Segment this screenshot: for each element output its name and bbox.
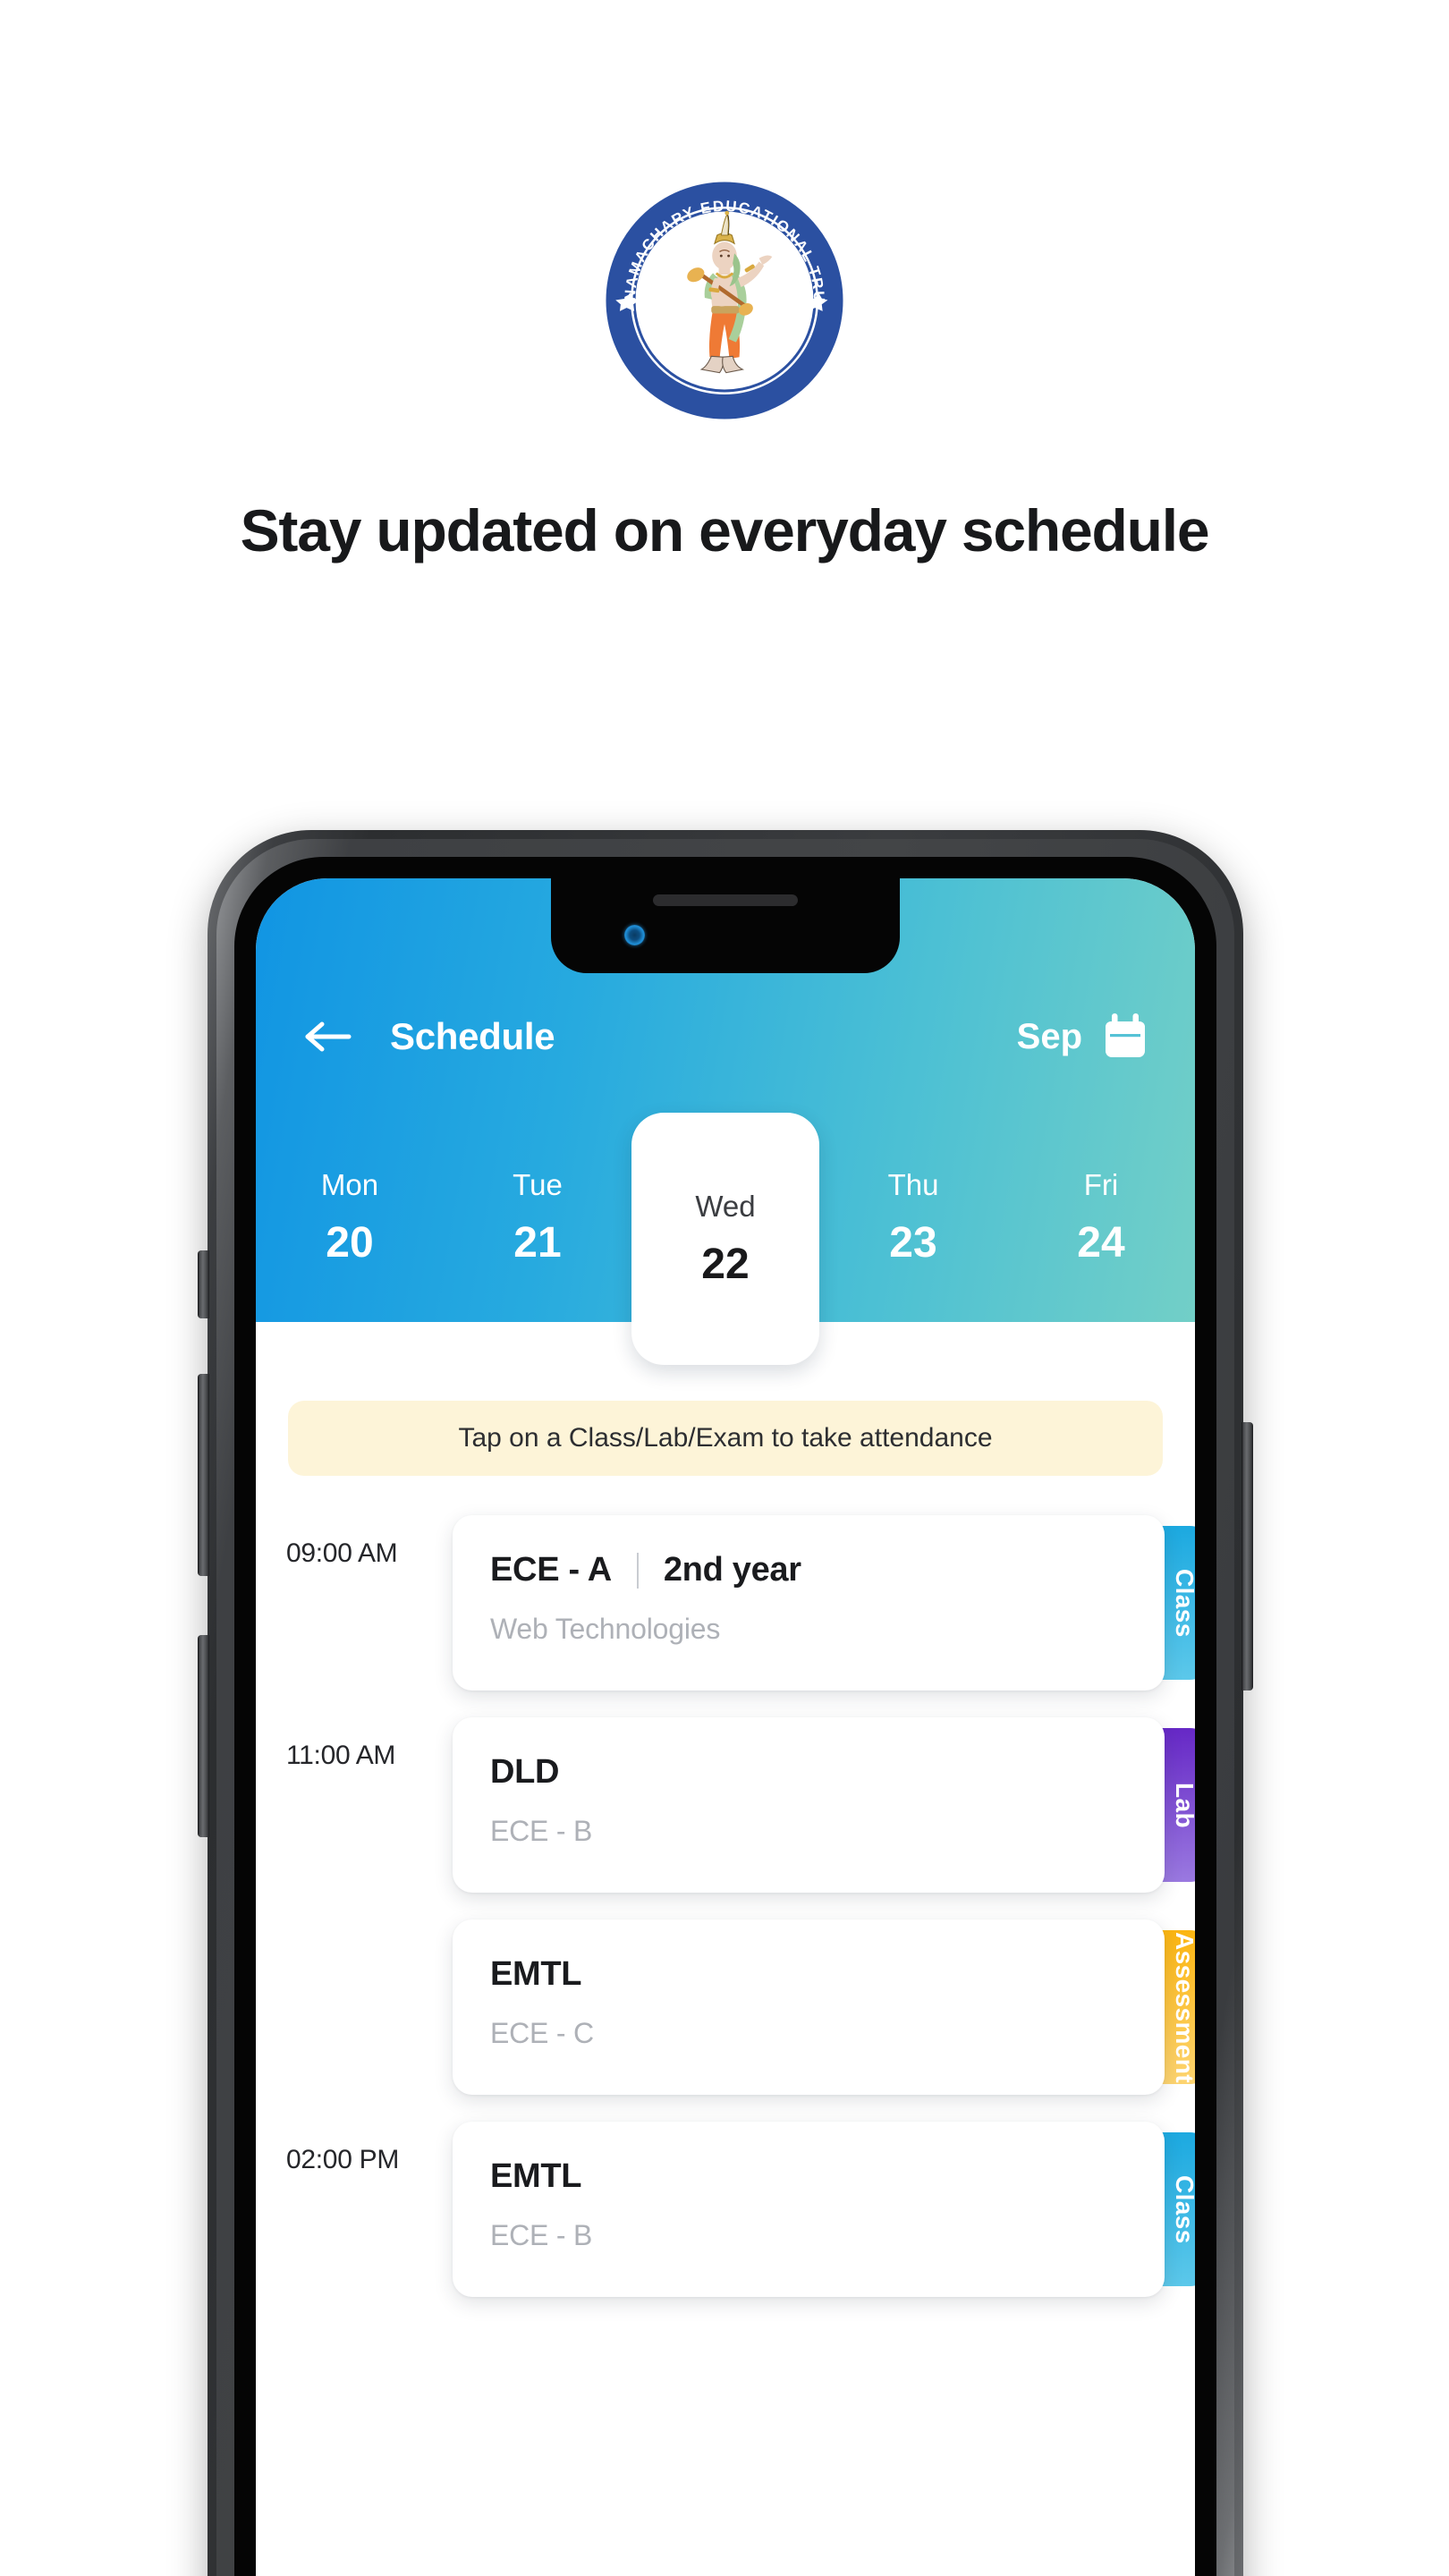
phone-outer-rail: Schedule Sep Mon 20 Tue 21 Thu 23 Fri 24… [198, 830, 1253, 2576]
card-type-label: Class [1171, 2174, 1195, 2244]
phone-notch [551, 878, 900, 973]
card-type-label: Class [1171, 1568, 1195, 1638]
card-title-line: ECE - A 2nd year [490, 1551, 1129, 1589]
schedule-row[interactable]: EMTL ECE - C Assessment [256, 1919, 1195, 2095]
card-subtitle: ECE - B [490, 2219, 593, 2251]
calendar-icon[interactable] [1102, 1013, 1148, 1061]
card-subtitle: Web Technologies [490, 1613, 721, 1645]
month-label: Sep [1016, 1016, 1082, 1056]
card-subtitle: ECE - C [490, 2017, 594, 2049]
schedule-card-body[interactable]: ECE - A 2nd year Web Technologies [453, 1515, 1165, 1690]
card-type-label: Lab [1171, 1782, 1195, 1828]
card-title-line: EMTL [490, 1955, 1129, 1994]
volume-up-button[interactable] [198, 1374, 209, 1576]
card-title: ECE - A [490, 1551, 612, 1589]
day-number: 23 [889, 1218, 937, 1267]
schedule-row[interactable]: 11:00 AM DLD ECE - B Lab [256, 1717, 1195, 1893]
day-number: 21 [513, 1218, 562, 1267]
slot-time: 09:00 AM [286, 1538, 398, 1568]
power-button[interactable] [1241, 1422, 1253, 1690]
card-subtitle: ECE - B [490, 1815, 593, 1847]
page-headline: Stay updated on everyday schedule [240, 497, 1210, 564]
day-name: Fri [1083, 1167, 1119, 1201]
hint-text: Tap on a Class/Lab/Exam to take attendan… [458, 1423, 993, 1453]
schedule-list: 09:00 AM ECE - A 2nd year Web Technologi… [256, 1515, 1195, 2297]
phone-body: Schedule Sep Mon 20 Tue 21 Thu 23 Fri 24… [234, 857, 1216, 2576]
slot-time [286, 1919, 453, 1943]
schedule-row[interactable]: 02:00 PM EMTL ECE - B Class [256, 2122, 1195, 2297]
card-type-label: Assessment [1171, 1931, 1195, 2083]
silent-switch-button[interactable] [198, 1250, 209, 1318]
day-cell-tue[interactable]: Tue 21 [444, 1113, 631, 1322]
day-name: Tue [513, 1167, 563, 1201]
schedule-row[interactable]: 09:00 AM ECE - A 2nd year Web Technologi… [256, 1515, 1195, 1690]
schedule-card[interactable]: EMTL ECE - C Assessment [453, 1919, 1195, 2095]
card-title-line: DLD [490, 1753, 1129, 1792]
schedule-card[interactable]: DLD ECE - B Lab [453, 1717, 1195, 1893]
day-number: 22 [701, 1240, 750, 1288]
front-camera-icon [624, 925, 645, 945]
volume-down-button[interactable] [198, 1635, 209, 1837]
card-title-divider [636, 1552, 639, 1589]
earpiece-speaker-icon [653, 894, 798, 906]
day-cell-mon[interactable]: Mon 20 [256, 1113, 444, 1322]
brand-logo: ANNAMACHARY EDUCATIONAL TRUST VIDWAN SAR… [599, 175, 850, 426]
card-title-secondary: 2nd year [663, 1551, 801, 1589]
day-cell-wed-selected[interactable]: Wed 22 [631, 1113, 819, 1365]
day-name: Wed [695, 1189, 756, 1223]
schedule-card-body[interactable]: EMTL ECE - B [453, 2122, 1165, 2297]
attendance-hint-banner: Tap on a Class/Lab/Exam to take attendan… [288, 1401, 1163, 1476]
phone-mockup: Schedule Sep Mon 20 Tue 21 Thu 23 Fri 24… [198, 830, 1253, 2576]
day-selector-strip[interactable]: Mon 20 Tue 21 Thu 23 Fri 24 Wed 22 [256, 1113, 1195, 1365]
slot-time: 02:00 PM [286, 2145, 400, 2174]
slot-time: 11:00 AM [286, 1741, 396, 1770]
day-cell-thu[interactable]: Thu 23 [819, 1113, 1007, 1322]
card-title: EMTL [490, 1955, 582, 1993]
day-number: 24 [1077, 1218, 1125, 1267]
day-name: Thu [887, 1167, 939, 1201]
card-title: EMTL [490, 2157, 582, 2195]
schedule-card[interactable]: EMTL ECE - B Class [453, 2122, 1195, 2297]
schedule-card[interactable]: ECE - A 2nd year Web Technologies Class [453, 1515, 1195, 1690]
schedule-card-body[interactable]: DLD ECE - B [453, 1717, 1165, 1893]
day-number: 20 [326, 1218, 374, 1267]
card-title-line: EMTL [490, 2157, 1129, 2196]
phone-inner-rail: Schedule Sep Mon 20 Tue 21 Thu 23 Fri 24… [216, 839, 1234, 2576]
page-root: ANNAMACHARY EDUCATIONAL TRUST VIDWAN SAR… [0, 0, 1449, 2576]
day-cell-fri[interactable]: Fri 24 [1007, 1113, 1195, 1322]
page-title: Schedule [390, 1015, 555, 1057]
back-button[interactable] [302, 1017, 358, 1056]
arrow-left-icon [305, 1021, 352, 1052]
card-title: DLD [490, 1753, 560, 1791]
schedule-card-body[interactable]: EMTL ECE - C [453, 1919, 1165, 2095]
app-body: Tap on a Class/Lab/Exam to take attendan… [256, 1322, 1195, 2576]
day-name: Mon [320, 1167, 379, 1201]
header-right-group[interactable]: Sep [1017, 1013, 1148, 1061]
header-bar: Schedule Sep [256, 1005, 1195, 1068]
phone-screen: Schedule Sep Mon 20 Tue 21 Thu 23 Fri 24… [256, 878, 1195, 2576]
